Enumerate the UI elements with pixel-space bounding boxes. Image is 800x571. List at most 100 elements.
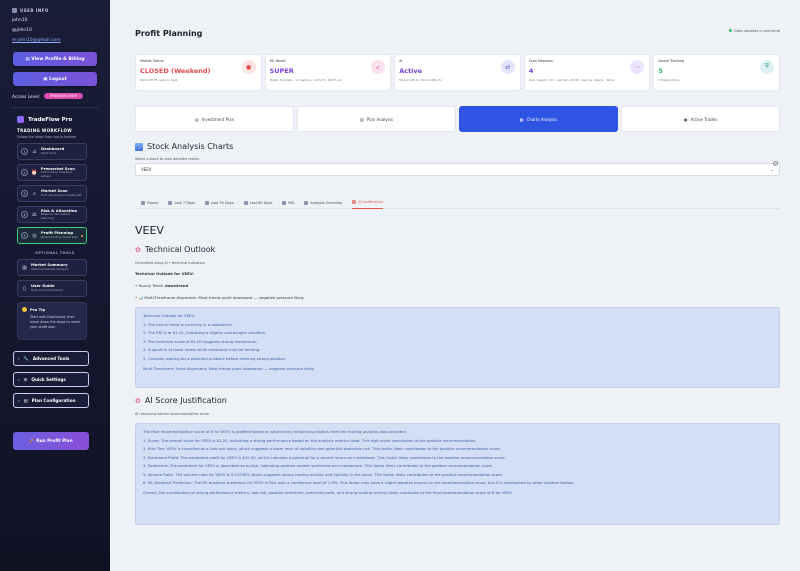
quick-settings-expander[interactable]: › ⚙ Quick Settings <box>13 372 89 387</box>
workflow-item-premarket-scan[interactable]: 2 ⏰ Premarket Scan Catch early breakout s… <box>17 164 87 181</box>
workflow-item-risk-allocation[interactable]: 4 ⚖ Risk & Allocation Balance risk before… <box>17 206 87 223</box>
calendar-icon <box>204 200 209 205</box>
briefcase-icon: ▣ <box>683 116 688 122</box>
card-active-tracking: Active Tracking 5 5 Trades Active ⛨ <box>653 54 780 91</box>
sync-icon: ⇄ <box>500 60 515 74</box>
ai-justification-box: The final recommendation score of 8 for … <box>135 423 780 525</box>
sidebar-divider <box>12 107 98 108</box>
card-market-status: Market Status CLOSED (Weekend) 09:52 PM … <box>135 54 262 91</box>
tab-charts-analysis[interactable]: ▦ Charts Analysis <box>459 106 618 132</box>
pro-tip: Pro Tip Start with Dashboard, then move … <box>17 302 87 340</box>
section-title-charts: Stock Analysis Charts <box>135 142 780 151</box>
step-number: 5 <box>21 232 28 239</box>
user-email[interactable]: ✉ john10@gmail.com <box>0 38 110 43</box>
list-item: 1. Score: The overall score for VEEV is … <box>143 437 477 443</box>
subtab-rsi[interactable]: RSI <box>282 197 294 209</box>
brain-icon <box>352 200 357 204</box>
target-icon: ◎ <box>32 232 37 239</box>
chart-subtabs: Hourly Last 7 Days Last 30 Days Last 60 … <box>135 197 780 209</box>
workflow-item-dashboard[interactable]: 1 ⌂ Dashboard Start here <box>17 143 87 160</box>
stock-select[interactable]: VEEV ⌄ <box>135 163 780 176</box>
chart-icon: ▦ <box>519 116 524 122</box>
run-profit-plan-button[interactable]: 🚀 Run Profit Plan <box>13 432 89 450</box>
logout-button[interactable]: ▣ Logout <box>13 72 97 86</box>
stock-symbol-heading: VEEV <box>135 224 164 237</box>
tab-active-trades[interactable]: ▣ Active Trades <box>621 106 780 132</box>
chart-logo-icon <box>17 116 24 123</box>
sidebar: USER INFO john10 @john10 ✉ john10@gmail.… <box>0 0 110 571</box>
bar-chart-icon: ▥ <box>22 264 27 271</box>
optional-tools-label: OPTIONAL TOOLS <box>35 251 75 255</box>
subtab-hourly[interactable]: Hourly <box>141 197 158 209</box>
main-tabs: ▤ Investment Plan ▥ Plan Analysis ▦ Charts … <box>135 106 780 132</box>
clock-icon <box>141 200 145 205</box>
subtab-analysis-overview[interactable]: Analysis Overview <box>304 197 342 209</box>
user-handle: @john10 <box>12 28 32 33</box>
list-item: 4. Sentiment: The sentiment for VEEV is … <box>143 463 494 468</box>
chevron-right-icon: › <box>18 377 20 382</box>
advanced-tools-expander[interactable]: › 🔧 Advanced Tools <box>13 351 89 366</box>
overview-icon <box>304 200 309 205</box>
chevron-down-icon: ⌄ <box>770 167 774 172</box>
ai-reasoning-note: AI reasoning behind recommendation score <box>135 412 209 416</box>
lightbulb-icon <box>22 307 27 312</box>
access-level: Access Level: PREMIUM USER <box>0 93 110 99</box>
access-badge: PREMIUM USER <box>44 93 84 99</box>
active-indicator <box>81 235 83 237</box>
step-number: 3 <box>21 190 28 197</box>
optional-item-market-summary[interactable]: ▥ Market Summary Optional market analysis <box>17 259 87 276</box>
shield-icon: ⛨ <box>759 60 774 74</box>
step-number: 2 <box>21 169 28 176</box>
calendar-icon <box>168 200 173 205</box>
alarm-icon: ⏰ <box>31 169 38 176</box>
view-profile-button[interactable]: ▤ View Profile & Billing <box>13 52 97 66</box>
list-item: 2. Risk Tier: VEEV is classified as a Lo… <box>143 446 501 451</box>
scale-icon: ⚖ <box>32 211 37 218</box>
brand: TradeFlow Pro <box>0 116 110 123</box>
card-ai: AI Active Model: GPT-4.1 Turbo 128k ctx … <box>394 54 521 91</box>
search-icon: ⌕ <box>33 190 36 197</box>
chevron-right-icon: › <box>18 398 20 403</box>
brain-icon: ✿ <box>135 245 141 254</box>
help-icon[interactable]: ? <box>773 161 778 166</box>
list-item: 1. The hourly trend is currently in a do… <box>143 321 233 327</box>
optional-item-user-guide[interactable]: ▯ User Guide Help and instructions <box>17 280 87 297</box>
card-ml-model: ML Model SUPER Model: 6 models · 11 feat… <box>264 54 392 91</box>
tab-investment-plan[interactable]: ▤ Investment Plan <box>135 106 294 132</box>
mail-icon: ✉ <box>12 38 16 43</box>
list-item: 5. Volume Ratio: The volume ratio for VE… <box>143 471 504 477</box>
workflow-item-profit-planning[interactable]: 5 ◎ Profit Planning Build the final trade… <box>17 227 87 244</box>
plan-configuration-expander[interactable]: › ▤ Plan Configuration <box>13 393 89 408</box>
clipboard-icon: ▤ <box>23 398 28 403</box>
ai-score-heading: ✿ AI Score Justification <box>135 396 227 405</box>
list-item: 3. Estimated Profit: The estimated profi… <box>143 454 506 460</box>
market-closed-icon: ● <box>241 60 256 74</box>
list-item: 4. Support is at lower levels while resi… <box>143 347 261 352</box>
brain-icon: ✿ <box>135 396 141 405</box>
main-content: Profit Planning Data updates in real-tim… <box>110 0 800 571</box>
mtf-alignment-line: • 📊 Multi-Timeframe Alignment: Most tren… <box>135 295 305 300</box>
hourly-trend-line: • Hourly Trend: downtrend <box>135 283 189 288</box>
tab-plan-analysis[interactable]: ▥ Plan Analysis <box>297 106 456 132</box>
username: john10 <box>12 18 28 23</box>
list-item: 3. The technical score of 81.20 suggests… <box>143 338 258 344</box>
card-scan-sessions: Scan Sessions 4 Scan Session (13) · Last… <box>523 54 651 91</box>
list-item: 6. ML Breakout Prediction: The ML breako… <box>143 480 575 485</box>
chevron-right-icon: › <box>18 356 20 361</box>
workflow-title: TRADING WORKFLOW <box>17 128 73 133</box>
list-item: 5. Consider waiting for a potential pull… <box>143 355 287 361</box>
calendar-icon <box>243 200 248 205</box>
live-indicator: Data updates in real-time <box>728 29 780 33</box>
workflow-item-market-scan[interactable]: 3 ⌕ Market Scan Find day-session breakout… <box>17 185 87 202</box>
subtab-last-60-days[interactable]: Last 60 Days <box>243 197 272 209</box>
line-chart-icon <box>282 200 287 205</box>
subtab-last-30-days[interactable]: Last 30 Days <box>204 197 234 209</box>
list-item: 2. The RSI is at 61.41, indicating a sli… <box>143 330 267 335</box>
generated-note: Generated using AI • technical indicator… <box>135 261 205 265</box>
outlook-for-label: Technical Outlook for VEEV: <box>135 271 195 276</box>
subtab-ai-justification[interactable]: AI Justification <box>352 197 384 209</box>
bar-chart-icon <box>135 142 143 151</box>
rocket-icon: 🚀 <box>29 438 37 444</box>
subtab-last-7-days[interactable]: Last 7 Days <box>168 197 195 209</box>
technical-outlook-box: Technical Outlook for VEEV: 1. The hourl… <box>135 307 780 388</box>
